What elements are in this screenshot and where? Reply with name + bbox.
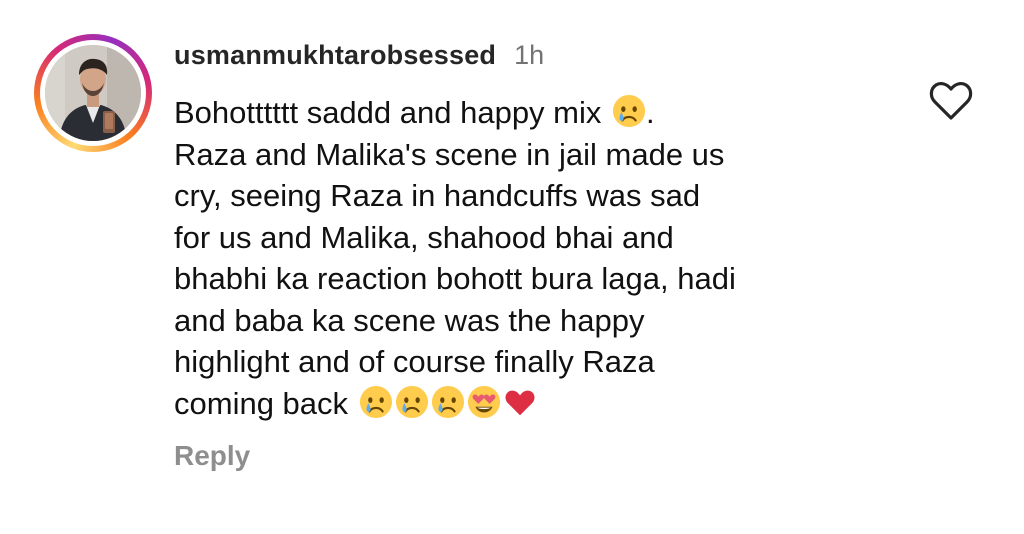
crying-face-icon xyxy=(431,385,464,418)
comment-line: bhabhi ka reaction bohott bura laga, had… xyxy=(174,261,736,296)
comment-line: Raza and Malika's scene in jail made us xyxy=(174,136,725,172)
comment-text: Bohotttttt saddd and happy mix . Raza an… xyxy=(174,92,874,424)
crying-face-icon xyxy=(359,385,392,418)
comment-line: and baba ka scene was the happy xyxy=(174,302,645,338)
comment-item: usmanmukhtarobsessed 1h Bohotttttt saddd… xyxy=(0,0,1024,534)
crying-face-icon xyxy=(395,385,428,418)
comment-line: for us and Malika, shahood bhai and xyxy=(174,219,674,255)
avatar-frame xyxy=(40,40,146,146)
red-heart-icon xyxy=(505,390,535,415)
comment-line-suffix: . xyxy=(646,95,655,130)
heart-outline-icon[interactable] xyxy=(928,78,974,122)
avatar[interactable] xyxy=(45,45,141,141)
comment-line: coming back xyxy=(174,383,874,425)
story-ring[interactable] xyxy=(34,34,152,152)
username-link[interactable]: usmanmukhtarobsessed xyxy=(174,40,496,71)
crying-face-icon xyxy=(612,94,646,128)
avatar-photo xyxy=(45,45,141,141)
heart-eyes-face-icon xyxy=(467,385,500,418)
comment-line: Bohotttttt saddd and happy mix . xyxy=(174,92,874,134)
comment-line-text: Bohotttttt saddd and happy mix xyxy=(174,95,602,130)
reply-button[interactable]: Reply xyxy=(174,440,250,472)
comment-line: cry, seeing Raza in handcuffs was sad xyxy=(174,178,701,213)
comment-timestamp: 1h xyxy=(514,40,545,70)
comment-line-text: coming back xyxy=(174,385,349,421)
comment-header: usmanmukhtarobsessed 1h xyxy=(174,40,544,74)
comment-line: highlight and of course finally Raza xyxy=(174,344,655,379)
